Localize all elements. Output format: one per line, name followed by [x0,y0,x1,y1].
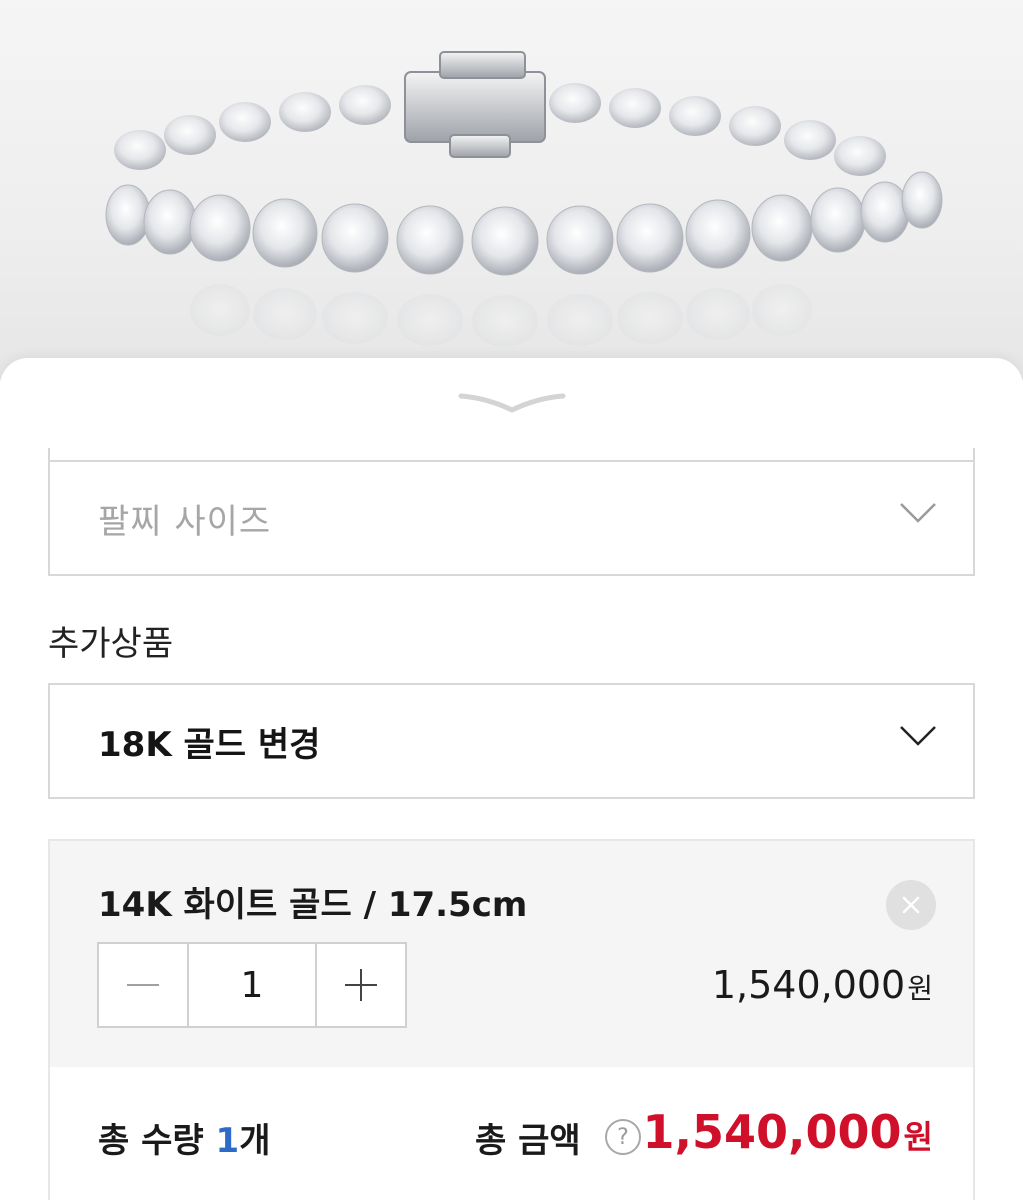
increase-quantity-button[interactable] [315,944,405,1026]
collapse-chevron-icon[interactable] [457,390,567,416]
bracelet-image [105,51,943,347]
total-amount-label: 총 금액 [475,1121,581,1161]
product-image [0,0,1023,380]
order-totals: 총 수량 1개 총 금액 ? 1,540,000원 [48,1067,975,1200]
option-price: 1,540,000원 [712,963,933,1007]
total-quantity: 총 수량 1개 [98,1113,270,1162]
total-amount-unit: 원 [903,1118,933,1156]
addon-section-title: 추가상품 [48,624,174,664]
decrease-quantity-button[interactable] [99,944,189,1026]
total-quantity-value: 1 [215,1121,240,1161]
total-amount-value: 1,540,000 [642,1105,902,1159]
quantity-stepper: 1 [97,942,407,1028]
option-price-unit: 원 [907,972,933,1005]
chevron-down-icon [900,503,936,523]
addon-selected-value: 18K 골드 변경 [98,724,321,765]
plus-icon [345,969,377,1001]
chevron-down-icon [900,726,936,746]
remove-option-button[interactable] [886,880,936,930]
quantity-value[interactable]: 1 [189,944,315,1026]
option-price-value: 1,540,000 [711,963,906,1007]
total-amount: 1,540,000원 [643,1105,933,1159]
selected-option-card: 14K 화이트 골드 / 17.5cm 1 1,540,000원 [48,839,975,1069]
selected-option-name: 14K 화이트 골드 / 17.5cm [98,885,528,925]
help-icon[interactable]: ? [605,1119,641,1155]
addon-product-select[interactable]: 18K 골드 변경 [48,683,975,799]
bracelet-size-select[interactable]: 팔찌 사이즈 [48,460,975,576]
total-quantity-unit: 개 [239,1121,271,1161]
close-icon [902,896,920,914]
option-bottom-sheet: 팔찌 사이즈 추가상품 18K 골드 변경 14K 화이트 골드 / 17.5c… [0,358,1023,1200]
bracelet-size-placeholder: 팔찌 사이즈 [98,501,272,542]
total-quantity-label: 총 수량 [98,1121,204,1161]
minus-icon [127,984,159,986]
